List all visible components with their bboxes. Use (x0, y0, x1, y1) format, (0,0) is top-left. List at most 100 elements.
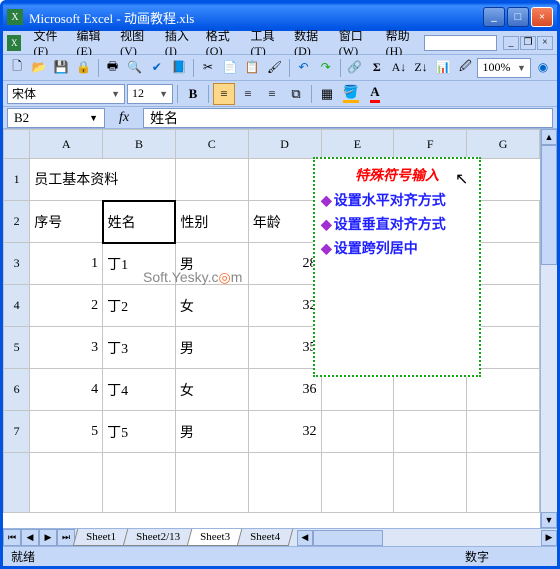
row-header[interactable]: 5 (4, 327, 30, 369)
close-button[interactable]: × (531, 7, 553, 27)
sheet-tab[interactable]: Sheet1 (73, 529, 130, 546)
cell[interactable]: 性别 (175, 201, 248, 243)
print-button[interactable]: 🖶 (102, 57, 122, 79)
scroll-left-button[interactable]: ◀ (297, 530, 313, 546)
paste-button[interactable]: 📋 (242, 57, 262, 79)
cell[interactable]: 丁4 (103, 369, 176, 411)
fx-icon[interactable]: fx (105, 110, 143, 126)
align-right-button[interactable]: ≡ (261, 83, 283, 105)
mdi-close-button[interactable]: × (537, 36, 553, 50)
align-left-button[interactable]: ≡ (213, 83, 235, 105)
cell[interactable]: 男 (175, 411, 248, 453)
spelling-button[interactable]: ✔ (147, 57, 167, 79)
scroll-thumb-h[interactable] (313, 530, 383, 546)
cell[interactable] (321, 453, 394, 513)
sheet-tab[interactable]: Sheet4 (237, 529, 294, 546)
col-header[interactable]: C (175, 130, 248, 159)
formula-bar[interactable]: 姓名 (143, 108, 553, 128)
open-button[interactable]: 📂 (29, 57, 49, 79)
col-header[interactable]: E (321, 130, 394, 159)
sheet-tab-active[interactable]: Sheet3 (187, 529, 244, 546)
cell-active[interactable]: 姓名 (103, 201, 176, 243)
row-header[interactable]: 6 (4, 369, 30, 411)
row-header[interactable]: 3 (4, 243, 30, 285)
mdi-restore-button[interactable]: ❐ (520, 36, 536, 50)
new-button[interactable]: 🗋 (7, 57, 27, 79)
scroll-right-button[interactable]: ▶ (541, 530, 557, 546)
cell[interactable]: 32 (248, 411, 321, 453)
zoom-combo[interactable]: 100%▼ (477, 58, 531, 78)
cell[interactable]: 28 (248, 243, 321, 285)
align-center-button[interactable]: ≡ (237, 83, 259, 105)
redo-button[interactable]: ↷ (316, 57, 336, 79)
permission-button[interactable]: 🔒 (73, 57, 93, 79)
spreadsheet-grid[interactable]: A B C D E F G 1 员工基本资料 2 序号 姓名 性别 (3, 129, 540, 528)
cell[interactable]: 丁2 (103, 285, 176, 327)
font-color-button[interactable]: A (364, 83, 386, 105)
cell[interactable]: 32 (248, 285, 321, 327)
cell[interactable]: 3 (30, 327, 103, 369)
horizontal-scrollbar[interactable]: ◀ ▶ (297, 529, 557, 546)
doc-icon[interactable]: X (7, 35, 21, 51)
vertical-scrollbar[interactable]: ▲ ▼ (540, 129, 557, 528)
autosum-button[interactable]: Σ (367, 57, 387, 79)
merge-center-button[interactable]: ⧉ (285, 83, 307, 105)
help-search-input[interactable] (424, 35, 497, 51)
row-header[interactable]: 4 (4, 285, 30, 327)
cell[interactable]: 丁3 (103, 327, 176, 369)
sort-desc-button[interactable]: Z↓ (411, 57, 431, 79)
chart-button[interactable]: 📊 (433, 57, 453, 79)
cell[interactable] (321, 411, 394, 453)
cut-button[interactable]: ✂ (198, 57, 218, 79)
col-header[interactable]: F (394, 130, 467, 159)
preview-button[interactable]: 🔍 (125, 57, 145, 79)
col-header[interactable]: B (103, 130, 176, 159)
scroll-thumb[interactable] (541, 145, 557, 265)
row-header[interactable] (4, 453, 30, 513)
cell[interactable] (467, 453, 540, 513)
tab-prev-button[interactable]: ◀ (21, 529, 39, 546)
col-header[interactable]: D (248, 130, 321, 159)
cell[interactable]: 丁1 (103, 243, 176, 285)
cell[interactable] (103, 453, 176, 513)
cell[interactable]: 4 (30, 369, 103, 411)
cell[interactable] (394, 411, 467, 453)
cell[interactable] (248, 453, 321, 513)
cell[interactable] (30, 453, 103, 513)
cell[interactable]: 年龄 (248, 201, 321, 243)
help-button[interactable]: ◉ (533, 57, 553, 79)
cell[interactable]: 丁5 (103, 411, 176, 453)
scroll-up-button[interactable]: ▲ (541, 129, 557, 145)
fill-color-button[interactable]: 🪣 (340, 83, 362, 105)
row-header[interactable]: 1 (4, 159, 30, 201)
tab-next-button[interactable]: ▶ (39, 529, 57, 546)
select-all-corner[interactable] (4, 130, 30, 159)
row-header[interactable]: 2 (4, 201, 30, 243)
sort-asc-button[interactable]: A↓ (389, 57, 409, 79)
cell[interactable]: 男 (175, 327, 248, 369)
cell[interactable]: 5 (30, 411, 103, 453)
cell[interactable]: 1 (30, 243, 103, 285)
cell[interactable] (175, 159, 248, 201)
minimize-button[interactable]: _ (483, 7, 505, 27)
borders-button[interactable]: ▦ (316, 83, 338, 105)
undo-button[interactable]: ↶ (293, 57, 313, 79)
cell[interactable]: 序号 (30, 201, 103, 243)
maximize-button[interactable]: □ (507, 7, 529, 27)
research-button[interactable]: 📘 (169, 57, 189, 79)
font-name-combo[interactable]: 宋体▼ (7, 84, 125, 104)
mdi-minimize-button[interactable]: _ (503, 36, 519, 50)
cell[interactable]: 女 (175, 369, 248, 411)
cell[interactable] (394, 453, 467, 513)
cell[interactable]: 员工基本资料 (30, 159, 176, 201)
cell[interactable]: 2 (30, 285, 103, 327)
format-painter-button[interactable]: 🖌 (264, 57, 284, 79)
name-box[interactable]: B2▼ (7, 108, 105, 128)
cell[interactable]: 36 (248, 369, 321, 411)
cell[interactable] (248, 159, 321, 201)
tab-first-button[interactable]: ⏮ (3, 529, 21, 546)
drawing-button[interactable]: 🖉 (455, 57, 475, 79)
row-header[interactable]: 7 (4, 411, 30, 453)
cell[interactable]: 女 (175, 285, 248, 327)
col-header[interactable]: A (30, 130, 103, 159)
